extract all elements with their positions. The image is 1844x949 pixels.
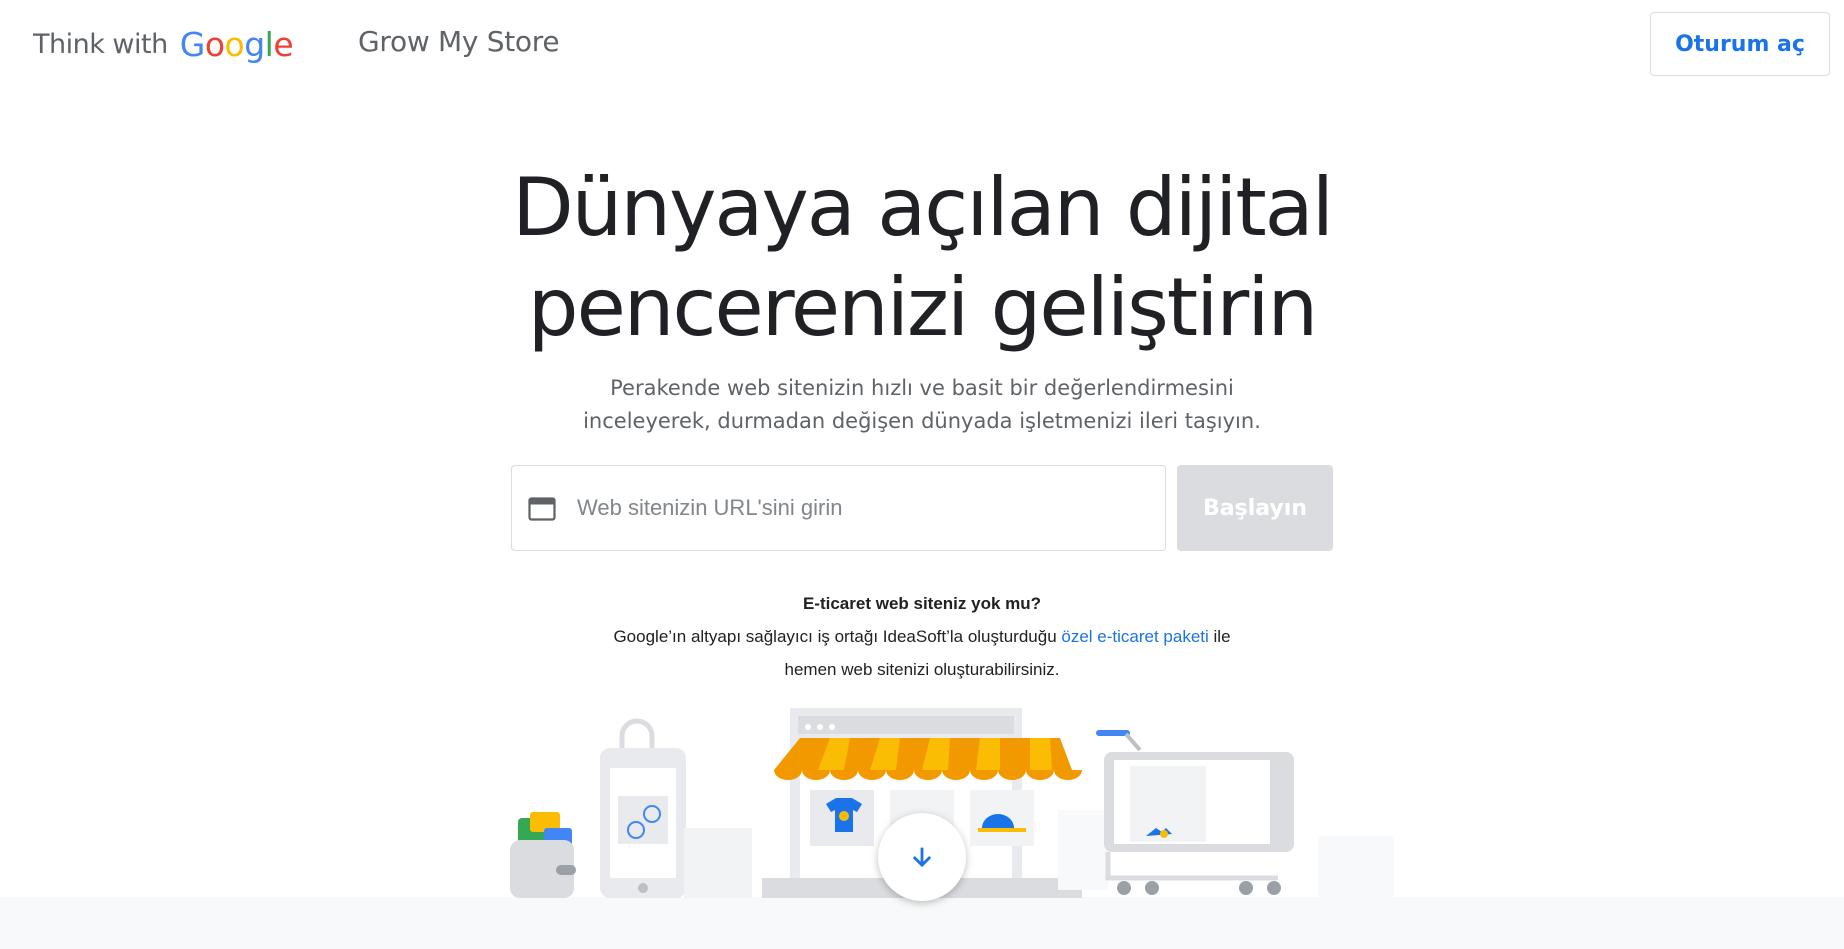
product-name[interactable]: Grow My Store [358,25,560,58]
hero-title-line-1: Dünyaya açılan dijital [512,161,1334,254]
url-field[interactable] [511,465,1166,551]
signin-button[interactable]: Oturum aç [1650,12,1830,76]
hero-subtitle: Perakende web sitenizin hızlı ve basit b… [560,372,1284,438]
box-illustration [684,828,752,898]
phone-illustration [600,718,686,898]
site-header: Think with Google Grow My Store Oturum a… [0,0,1844,90]
think-with-google-logo[interactable]: Think with Google [33,22,294,66]
shopping-cart-illustration [1096,730,1294,895]
bag-illustration-2 [1318,836,1394,898]
no-site-text-after: ile [1208,627,1231,646]
ecommerce-package-link[interactable]: özel e-ticaret paketi [1061,627,1208,646]
hero-subtitle-line-2: inceleyerek, durmadan değişen dünyada iş… [583,409,1261,433]
no-site-text-line-1: Google’ın altyapı sağlayıcı iş ortağı Id… [0,627,1844,647]
browser-window-icon [528,497,556,521]
no-site-question: E-ticaret web siteniz yok mu? [802,594,1042,613]
bag-illustration [1058,810,1108,890]
no-site-text-line-2: hemen web sitenizi oluşturabilirsiniz. [784,660,1060,679]
no-site-text-before: Google’ın altyapı sağlayıcı iş ortağı Id… [613,627,1062,646]
scroll-down-button[interactable] [878,813,966,901]
wallet-illustration [510,812,576,898]
hero-title: Dünyaya açılan dijital pencerenizi geliş… [422,158,1422,358]
url-input[interactable] [577,486,1137,530]
footer-band [0,897,1844,949]
arrow-down-icon [912,847,932,868]
hero-title-line-2: pencerenizi geliştirin [527,261,1318,354]
storefront-awning [774,738,1082,780]
start-button[interactable]: Başlayın [1177,465,1333,551]
brand-think-text: Think with [33,28,168,60]
hero-subtitle-line-1: Perakende web sitenizin hızlı ve basit b… [610,376,1234,400]
google-wordmark: Google [179,24,294,64]
